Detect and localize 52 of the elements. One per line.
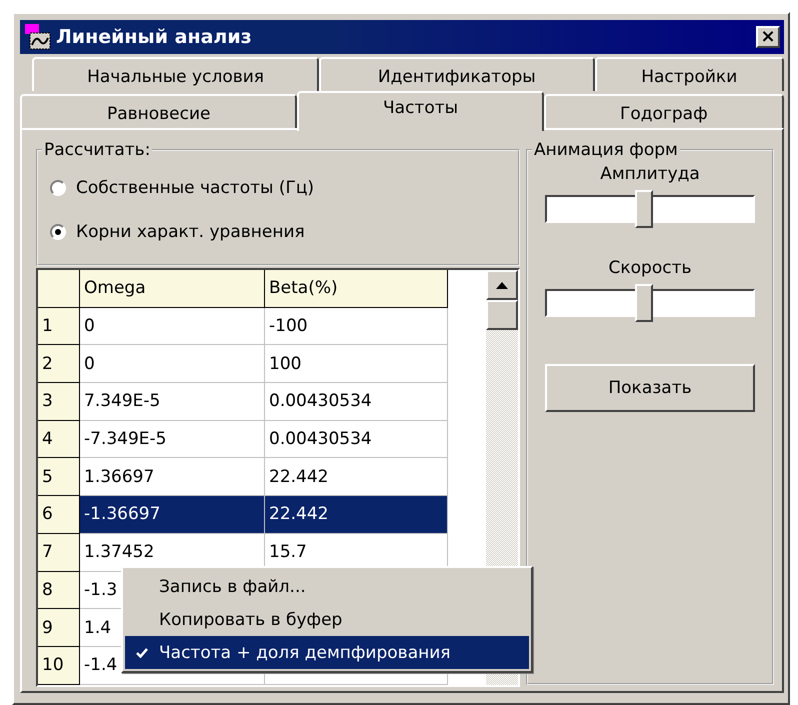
table-cell: 7.349E-5: [80, 383, 265, 421]
table-cell: 0.00430534: [265, 383, 448, 421]
column-header[interactable]: Omega: [80, 270, 265, 308]
row-header: 10: [38, 646, 80, 685]
close-button[interactable]: ×: [756, 26, 780, 48]
group-title: Анимация форм: [533, 140, 679, 160]
row-header: 2: [38, 345, 80, 384]
scroll-up-button[interactable]: [486, 270, 518, 300]
row-header: 8: [38, 572, 80, 610]
tab[interactable]: Частоты: [297, 91, 544, 131]
tab[interactable]: Равновесие: [20, 94, 298, 128]
slider-thumb[interactable]: [634, 284, 653, 322]
table-cell: 0: [80, 345, 265, 384]
tab[interactable]: Начальные условия: [32, 57, 320, 91]
row-header: 9: [38, 609, 80, 647]
row-header: 5: [38, 458, 80, 496]
slider-label: Амплитуда: [600, 164, 700, 184]
row-header: 6: [38, 496, 80, 534]
row-header: 7: [38, 534, 80, 572]
tab[interactable]: Идентификаторы: [319, 57, 594, 91]
row-header: 1: [38, 308, 80, 346]
table-cell: -100: [265, 308, 448, 346]
scroll-thumb[interactable]: [486, 300, 518, 330]
table-cell: 22.442: [265, 458, 448, 496]
window-title: Линейный анализ: [56, 26, 253, 48]
tab[interactable]: Настройки: [594, 57, 784, 91]
corner-cell: [38, 270, 80, 308]
check-icon: [136, 648, 148, 658]
row-header: 4: [38, 420, 80, 458]
show-button[interactable]: Показать: [545, 364, 755, 412]
tab[interactable]: Годограф: [544, 94, 784, 128]
table-cell: 0: [80, 308, 265, 346]
column-header[interactable]: Beta(%): [265, 270, 448, 308]
table-cell: -7.349E-5: [80, 420, 265, 458]
up-arrow-icon: [496, 282, 508, 288]
menu-item[interactable]: Частота + доля демпфирования: [125, 636, 529, 669]
table-cell: 0.00430534: [265, 420, 448, 458]
slider[interactable]: [545, 190, 755, 228]
slider-thumb[interactable]: [634, 190, 653, 228]
app-icon: [24, 23, 52, 51]
radio-option[interactable]: Корни характ. уравнения: [50, 210, 506, 254]
radio-button[interactable]: [50, 180, 66, 196]
radio-button[interactable]: [50, 224, 66, 240]
slider-label: Скорость: [608, 258, 692, 278]
row-header: 3: [38, 383, 80, 421]
group-title: Рассчитать:: [43, 140, 152, 160]
radio-option[interactable]: Собственные частоты (Гц): [50, 166, 506, 210]
table-cell: 22.442: [265, 496, 448, 534]
slider[interactable]: [545, 284, 755, 322]
table-cell: -1.36697: [80, 496, 265, 534]
table-cell: 1.36697: [80, 458, 265, 496]
table-cell: 100: [265, 345, 448, 384]
